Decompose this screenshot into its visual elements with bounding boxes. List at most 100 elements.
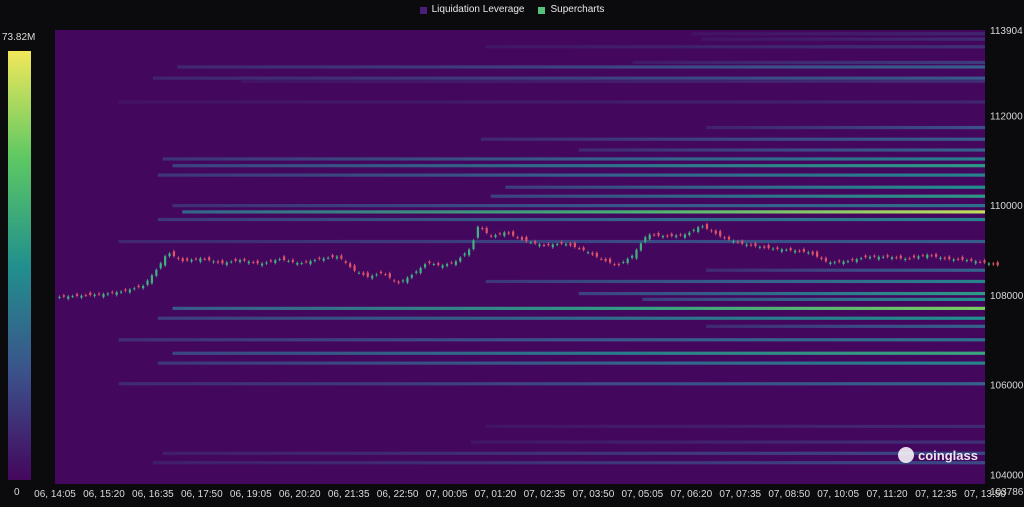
price-candle-body [225,262,228,265]
price-candle-body [600,258,603,260]
price-candle-body [829,262,832,265]
x-tick-label: 07, 02:35 [524,489,566,500]
price-candle-body [793,250,797,253]
price-candle-body [216,261,220,263]
price-candle-body [697,227,700,233]
price-candle-body [503,232,506,236]
price-candle-body [494,235,497,237]
price-candle-body [970,259,973,261]
price-candle-body [520,237,524,240]
liquidation-level-bar [701,37,985,41]
price-candle-body [305,261,308,263]
price-candle-body [375,274,378,276]
price-candle-body [388,273,391,278]
price-candle-body [811,251,814,255]
price-candle-body [613,264,616,266]
price-candle-body [846,261,850,263]
price-candle-body [318,257,321,260]
price-candle-body [353,265,356,271]
price-candle-body [776,247,779,249]
price-candle-body [741,240,744,244]
price-candle-body [908,258,911,260]
price-candle-body [666,235,669,237]
price-candle-body [234,259,237,261]
price-candle-body [357,272,361,274]
price-candle-body [996,262,999,266]
price-candle-body [238,260,242,262]
price-candle-body [710,230,713,232]
liquidation-level-bar [172,164,985,168]
y-tick-label: 104000 [990,470,1024,481]
liquidation-level-bar [480,137,985,141]
price-candle-body [476,226,480,238]
price-candle-body [419,267,422,274]
price-candle-body [661,236,665,238]
x-tick-label: 06, 17:50 [181,489,223,500]
price-candle-body [309,261,312,265]
price-candle-body [771,248,775,250]
price-candle-body [252,262,255,264]
price-candle-body [146,280,149,285]
plot-background [55,30,985,484]
x-tick-label: 06, 21:35 [328,489,370,500]
price-candle-body [904,258,907,260]
price-candle-body [410,275,413,278]
price-candle-body [159,263,162,269]
coinglass-logo-icon [898,447,914,463]
price-candle-body [230,261,233,263]
price-candle-body [842,261,845,265]
price-candle-body [767,245,770,249]
price-candle-body [459,257,462,262]
price-candle-body [181,258,184,262]
price-candle-body [128,289,131,293]
price-candle-body [212,261,215,263]
price-candle-body [591,252,594,255]
heatmap-chart[interactable]: 1139041120001100001080001060001040001037… [0,0,1024,507]
liquidation-level-bar [177,65,986,69]
price-candle-body [763,246,766,248]
y-tick-label: 112000 [990,111,1023,122]
price-candle-body [256,260,259,264]
price-candle-body [168,253,171,257]
price-candle-body [974,261,977,264]
price-candle-body [657,232,660,236]
price-candle-body [824,257,828,262]
price-candle-body [384,274,387,276]
price-candle-body [886,255,889,257]
price-candle-body [172,251,176,257]
price-candle-body [529,242,532,244]
liquidation-level-bar [172,351,985,355]
price-candle-body [952,259,955,261]
price-candle-body [291,259,294,262]
price-candle-body [278,259,281,261]
price-candle-body [873,255,876,257]
price-candle-body [943,257,946,259]
price-candle-body [485,227,488,233]
price-candle-body [243,259,246,261]
price-candle-body [344,261,347,263]
price-candle-body [921,255,924,257]
x-tick-label: 06, 20:20 [279,489,321,500]
price-candle-body [864,255,867,258]
price-candle-body [481,227,484,229]
y-tick-label: 108000 [990,291,1024,302]
liquidation-level-bar [632,60,985,65]
price-candle-body [133,288,136,290]
price-candle-body [177,257,180,259]
price-candle-body [428,261,431,264]
price-candle-body [789,248,792,251]
price-candle-body [512,231,515,236]
x-tick-label: 06, 14:05 [34,489,76,500]
price-candle-body [617,263,620,266]
price-candle-body [578,248,581,250]
price-candle-body [719,231,722,237]
price-candle-body [199,258,202,262]
x-tick-label: 06, 15:20 [83,489,125,500]
liquidation-level-bar [505,185,985,189]
price-candle-body [630,255,634,258]
price-candle-body [331,255,334,258]
price-candle-body [780,249,783,252]
liquidation-level-bar [706,324,985,328]
price-candle-body [208,257,211,261]
liquidation-level-bar [118,100,985,104]
